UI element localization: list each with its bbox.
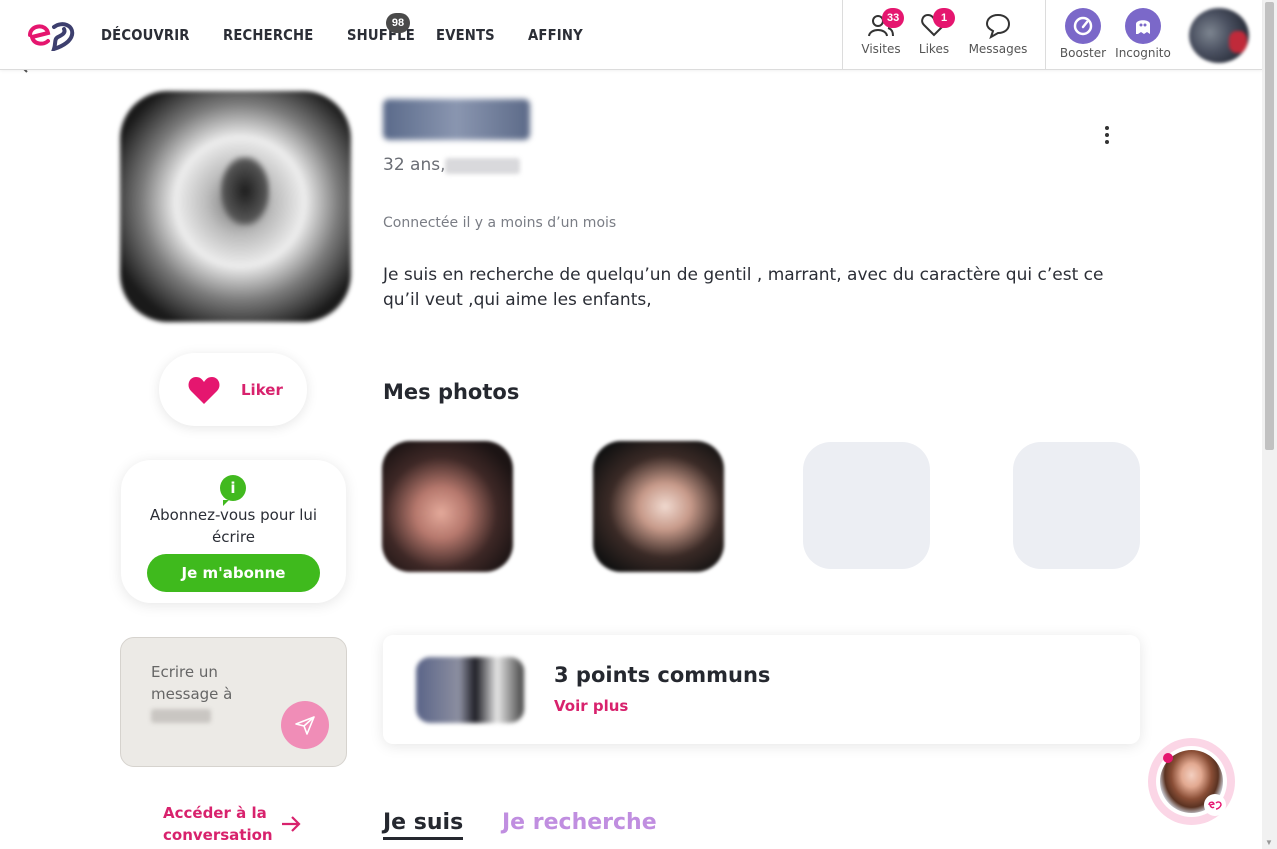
message-placeholder: Ecrire un message à (151, 663, 233, 703)
nav-affiny[interactable]: AFFINY (528, 26, 583, 44)
likes-button[interactable]: 1 Likes (917, 8, 955, 56)
last-seen-status: Connectée il y a moins d’un mois (383, 215, 617, 231)
profile-main-photo[interactable] (120, 91, 351, 322)
profile-photo[interactable] (382, 441, 513, 572)
scrollbar-thumb[interactable] (1265, 2, 1274, 450)
scroll-down-arrow[interactable]: ▼ (1265, 838, 1273, 847)
subscribe-text: Abonnez-vous pour lui écrire (149, 506, 318, 546)
heart-icon (188, 376, 220, 404)
likes-count-badge: 1 (933, 8, 955, 28)
common-points-card[interactable]: 3 points communs Voir plus (383, 635, 1140, 744)
info-icon: i (220, 475, 246, 506)
incognito-label: Incognito (1115, 46, 1171, 60)
more-options-icon[interactable] (1105, 126, 1109, 147)
common-points-title: 3 points communs (554, 663, 771, 687)
profile-age: 32 ans, (383, 155, 446, 175)
page-scrollbar[interactable]: ▼ (1262, 0, 1277, 849)
photo-placeholder (803, 442, 930, 569)
subscribe-button[interactable]: Je m'abonne (147, 554, 320, 592)
ghost-icon (1125, 8, 1161, 44)
recipient-name-blurred (151, 709, 211, 723)
message-input[interactable]: Ecrire un message à (120, 637, 347, 767)
subscribe-card: i Abonnez-vous pour lui écrire Je m'abon… (121, 460, 346, 603)
likes-label: Likes (918, 42, 950, 56)
arrow-right-icon[interactable] (280, 814, 302, 834)
top-header: DÉCOUVRIR RECHERCHE SHUFFLE EVENTS AFFIN… (0, 0, 1262, 70)
photo-placeholder (1013, 442, 1140, 569)
nav-decouvrir[interactable]: DÉCOUVRIR (101, 26, 189, 44)
tab-je-recherche[interactable]: Je recherche (502, 810, 657, 835)
send-button[interactable] (281, 701, 329, 749)
nav-events[interactable]: EVENTS (436, 26, 495, 44)
shuffle-count-badge: 98 (386, 13, 410, 33)
conversation-link[interactable]: Accéder à la conversation (163, 802, 293, 846)
see-more-link[interactable]: Voir plus (554, 697, 628, 715)
common-points-avatars (416, 657, 524, 723)
booster-button[interactable]: Booster (1058, 8, 1108, 60)
like-button[interactable]: Liker (159, 353, 307, 426)
profile-name-blurred (383, 99, 530, 140)
messages-label: Messages (968, 42, 1028, 56)
tab-je-suis[interactable]: Je suis (383, 810, 464, 840)
header-divider (842, 0, 843, 70)
messages-button[interactable]: Messages (967, 10, 1029, 56)
user-avatar[interactable] (1189, 8, 1249, 63)
nav-recherche[interactable]: RECHERCHE (223, 26, 313, 44)
visits-count-badge: 33 (882, 8, 905, 28)
profile-photo[interactable] (593, 441, 724, 572)
main-nav: DÉCOUVRIR RECHERCHE SHUFFLE EVENTS AFFIN… (101, 26, 618, 44)
notification-dot (1163, 753, 1173, 763)
like-label: Liker (241, 380, 283, 399)
app-logo[interactable] (26, 17, 76, 51)
booster-icon (1065, 8, 1101, 44)
visits-button[interactable]: 33 Visites (860, 8, 905, 56)
visits-label: Visites (861, 42, 901, 56)
chat-bubble-icon (985, 13, 1011, 40)
booster-label: Booster (1059, 46, 1107, 60)
incognito-button[interactable]: Incognito (1114, 8, 1172, 60)
profile-city-blurred (445, 158, 520, 174)
photos-title: Mes photos (383, 380, 520, 404)
send-icon (295, 716, 315, 735)
app-logo-small-icon (1204, 794, 1226, 816)
profile-bio: Je suis en recherche de quelqu’un de gen… (383, 265, 1104, 310)
header-divider (1045, 0, 1046, 70)
